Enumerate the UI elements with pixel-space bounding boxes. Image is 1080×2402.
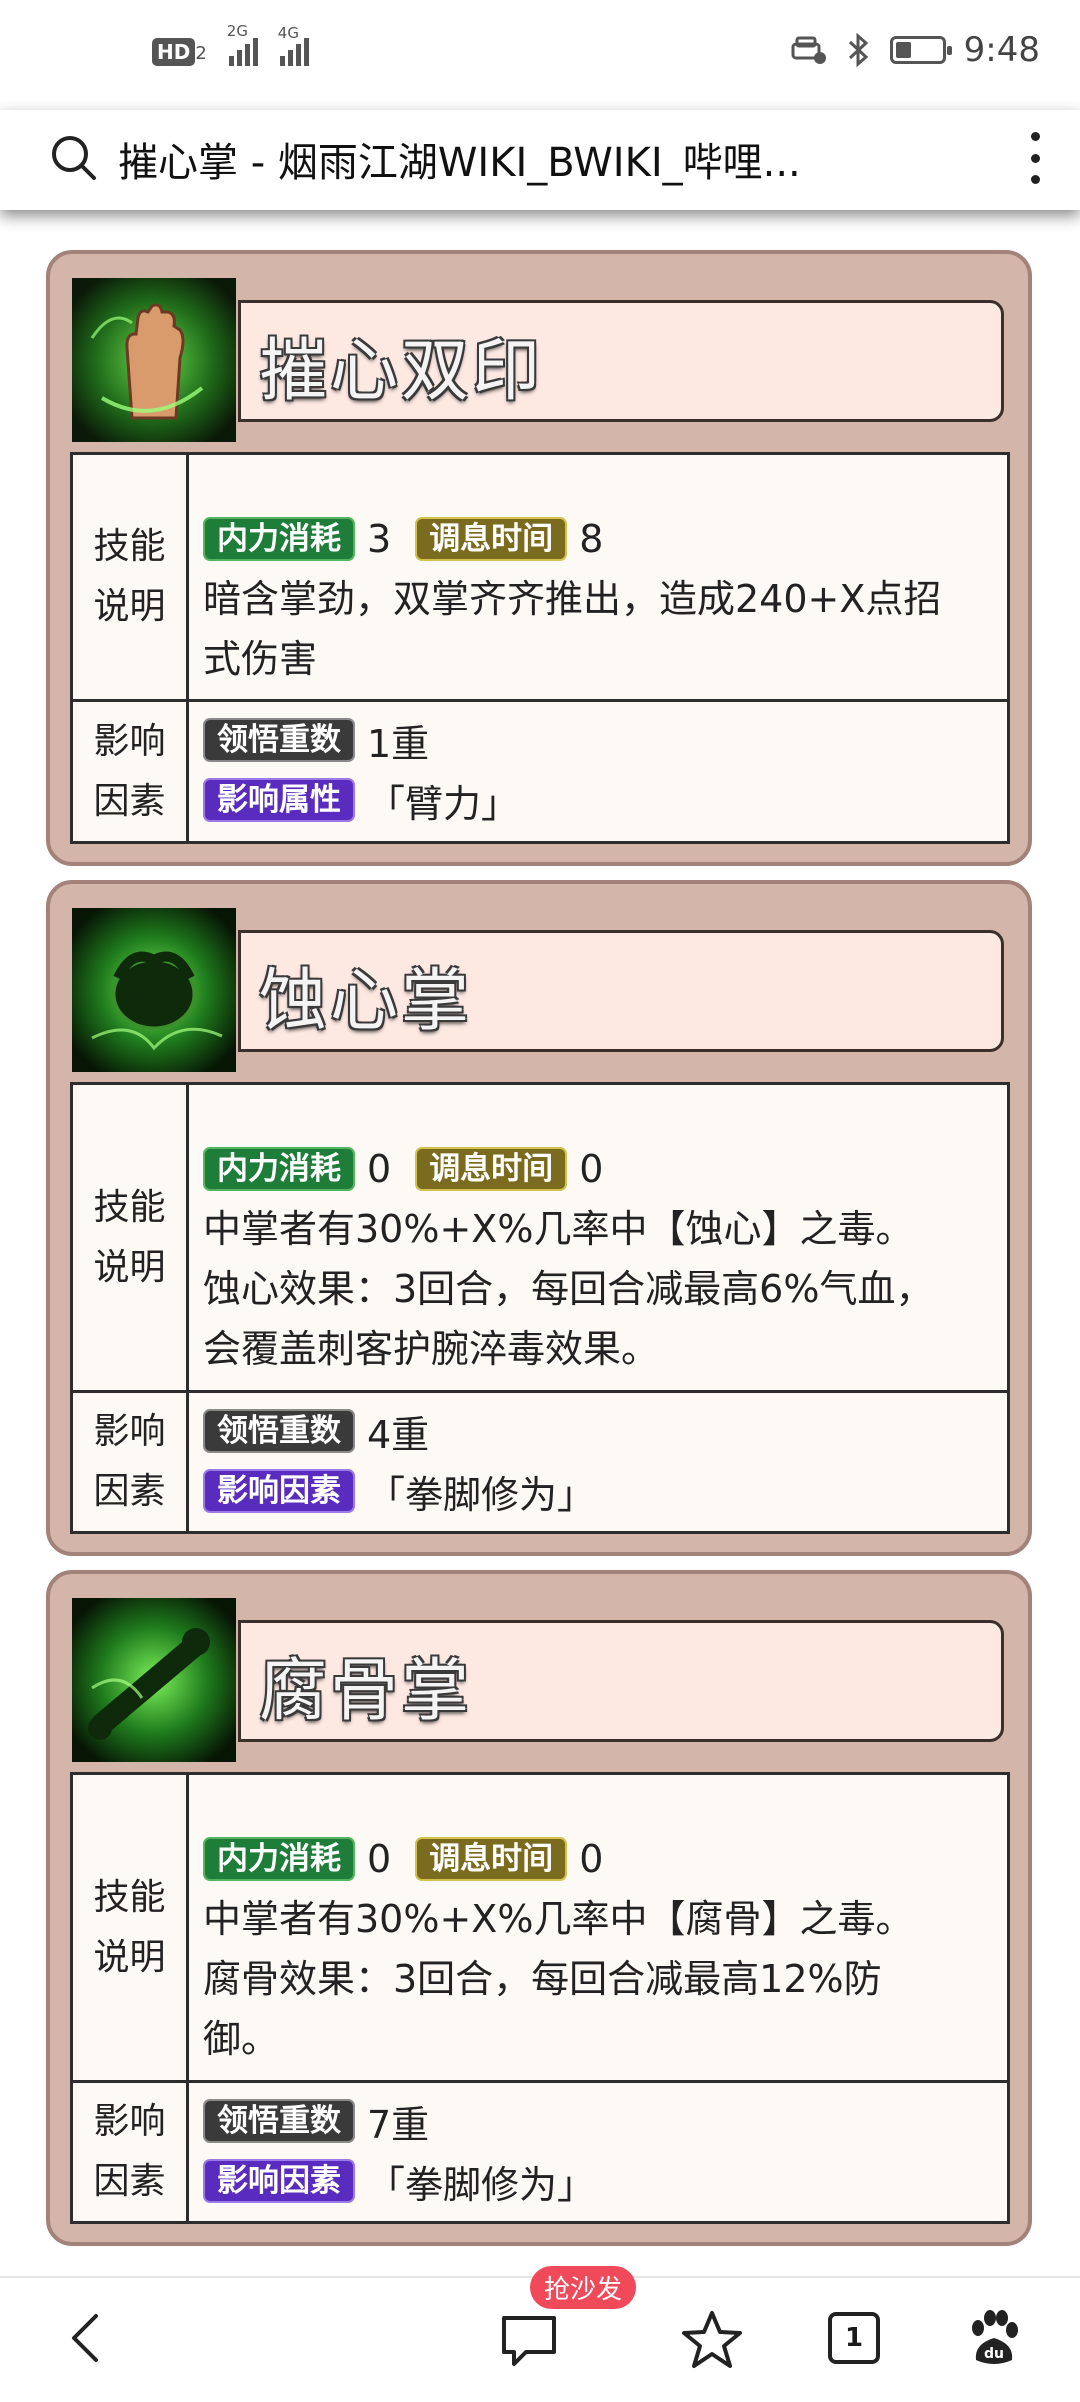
factor-content: 领悟重数 1重 影响属性 「臂力」 [203, 702, 991, 841]
attr-tag: 影响因素 [203, 1469, 355, 1513]
skill-desc-row: 技能 说明 内力消耗 0 调息时间 0 中掌者有30%+X%几率中【蚀心】之毒。 … [73, 1085, 1007, 1393]
attr-value: 「拳脚修为」 [367, 2162, 596, 2207]
skill-table: 技能 说明 内力消耗 3 调息时间 8 暗含掌劲，双掌齐齐推出，造成240+X点招… [70, 452, 1010, 844]
desc-label: 技能 说明 [73, 1775, 189, 2080]
attr-line: 影响属性 「臂力」 [203, 770, 991, 830]
signal-icon: 2G [227, 24, 258, 66]
tabs-icon[interactable]: 1 [828, 2312, 880, 2364]
neili-tag: 内力消耗 [203, 1147, 355, 1191]
attr-tag: 影响属性 [203, 778, 355, 822]
desc-content: 内力消耗 3 调息时间 8 暗含掌劲，双掌齐齐推出，造成240+X点招 式伤害 [203, 455, 991, 699]
neili-value: 3 [367, 517, 392, 561]
tiaoxi-tag: 调息时间 [415, 1147, 568, 1191]
clock: 9:48 [963, 30, 1040, 70]
attr-value: 「臂力」 [367, 781, 520, 826]
tiaoxi-value: 0 [579, 1837, 604, 1881]
factor-content: 领悟重数 7重 影响因素 「拳脚修为」 [203, 2083, 991, 2221]
skill-icon-poison [72, 908, 236, 1072]
attr-line: 影响因素 「拳脚修为」 [203, 1461, 991, 1521]
neili-tag: 内力消耗 [203, 1837, 355, 1881]
cost-line: 内力消耗 3 调息时间 8 [203, 509, 991, 569]
factor-label: 影响 因素 [73, 1393, 189, 1531]
back-icon[interactable] [58, 2308, 118, 2368]
factor-label: 影响 因素 [73, 2083, 189, 2221]
status-right: 9:48 [790, 30, 1040, 70]
status-left: HD 2 2G 4G [152, 24, 309, 66]
skill-name: 摧心双印 [259, 332, 544, 411]
bluetooth-icon [848, 33, 868, 67]
address-bar[interactable]: 摧心掌 - 烟雨江湖WIKI_BWIKI_哔哩... [0, 110, 1080, 210]
skill-card: 摧心双印 技能 说明 内力消耗 3 调息时间 8 暗含掌劲，双掌齐齐推出，造成24… [46, 250, 1032, 866]
skill-icon-palm [72, 278, 236, 442]
skill-name-box: 腐骨掌 [238, 1620, 1004, 1742]
lingwu-line: 领悟重数 4重 [203, 1401, 991, 1461]
lingwu-tag: 领悟重数 [203, 718, 355, 762]
search-icon[interactable] [48, 132, 100, 184]
tiaoxi-value: 8 [579, 517, 604, 561]
page-title[interactable]: 摧心掌 - 烟雨江湖WIKI_BWIKI_哔哩... [118, 130, 801, 188]
skill-name-box: 摧心双印 [238, 300, 1004, 422]
lingwu-line: 领悟重数 7重 [203, 2091, 991, 2151]
skill-description: 中掌者有30%+X%几率中【蚀心】之毒。 蚀心效果：3回合，每回合减最高6%气血… [203, 1207, 934, 1371]
attr-value: 「拳脚修为」 [367, 1472, 596, 1517]
factor-content: 领悟重数 4重 影响因素 「拳脚修为」 [203, 1393, 991, 1531]
hd-badge: HD 2 [152, 36, 207, 66]
desc-label: 技能 说明 [73, 455, 189, 699]
skill-description: 暗含掌劲，双掌齐齐推出，造成240+X点招 式伤害 [203, 577, 942, 681]
baidu-paw-icon[interactable]: du [962, 2308, 1026, 2372]
skill-factor-row: 影响 因素 领悟重数 7重 影响因素 「拳脚修为」 [73, 2083, 1007, 2221]
signal-icon-2: 4G [278, 24, 309, 66]
desc-content: 内力消耗 0 调息时间 0 中掌者有30%+X%几率中【腐骨】之毒。 腐骨效果：… [203, 1775, 991, 2080]
skill-factor-row: 影响 因素 领悟重数 1重 影响属性 「臂力」 [73, 702, 1007, 841]
neili-tag: 内力消耗 [203, 517, 355, 561]
svg-text:du: du [984, 2346, 1004, 2362]
skill-name-box: 蚀心掌 [238, 930, 1004, 1052]
lingwu-value: 7重 [367, 2102, 430, 2147]
skill-card: 腐骨掌 技能 说明 内力消耗 0 调息时间 0 中掌者有30%+X%几率中【腐骨】… [46, 1570, 1032, 2246]
status-bar: HD 2 2G 4G 9:48 [0, 0, 1080, 110]
bottom-nav: 抢沙发 1 du [0, 2266, 1080, 2402]
lingwu-line: 领悟重数 1重 [203, 710, 991, 770]
lingwu-tag: 领悟重数 [203, 2099, 355, 2143]
skill-name: 蚀心掌 [259, 962, 473, 1041]
cost-line: 内力消耗 0 调息时间 0 [203, 1139, 991, 1199]
skill-table: 技能 说明 内力消耗 0 调息时间 0 中掌者有30%+X%几率中【腐骨】之毒。 … [70, 1772, 1010, 2224]
skill-name: 腐骨掌 [259, 1652, 473, 1731]
desc-label: 技能 说明 [73, 1085, 189, 1390]
neili-value: 0 [367, 1147, 392, 1191]
skill-icon-bone [72, 1598, 236, 1762]
lingwu-value: 1重 [367, 721, 430, 766]
skill-card: 蚀心掌 技能 说明 内力消耗 0 调息时间 0 中掌者有30%+X%几率中【蚀心】… [46, 880, 1032, 1556]
car-icon [791, 36, 826, 64]
skill-desc-row: 技能 说明 内力消耗 3 调息时间 8 暗含掌劲，双掌齐齐推出，造成240+X点招… [73, 455, 1007, 702]
skill-factor-row: 影响 因素 领悟重数 4重 影响因素 「拳脚修为」 [73, 1393, 1007, 1531]
skill-description: 中掌者有30%+X%几率中【腐骨】之毒。 腐骨效果：3回合，每回合减最高12%防… [203, 1897, 914, 2061]
factor-label: 影响 因素 [73, 702, 189, 841]
tiaoxi-tag: 调息时间 [415, 1837, 568, 1881]
cost-line: 内力消耗 0 调息时间 0 [203, 1829, 991, 1889]
skill-table: 技能 说明 内力消耗 0 调息时间 0 中掌者有30%+X%几率中【蚀心】之毒。 … [70, 1082, 1010, 1534]
tiaoxi-tag: 调息时间 [415, 517, 568, 561]
comment-badge[interactable]: 抢沙发 [530, 2266, 637, 2309]
desc-content: 内力消耗 0 调息时间 0 中掌者有30%+X%几率中【蚀心】之毒。 蚀心效果：… [203, 1085, 991, 1390]
attr-line: 影响因素 「拳脚修为」 [203, 2151, 991, 2211]
star-icon[interactable] [680, 2308, 744, 2372]
lingwu-value: 4重 [367, 1412, 430, 1457]
tiaoxi-value: 0 [579, 1147, 604, 1191]
battery-icon [889, 36, 952, 64]
more-menu-icon[interactable] [1020, 126, 1050, 190]
comment-icon[interactable] [496, 2308, 562, 2370]
attr-tag: 影响因素 [203, 2159, 355, 2203]
neili-value: 0 [367, 1837, 392, 1881]
lingwu-tag: 领悟重数 [203, 1409, 355, 1453]
skill-desc-row: 技能 说明 内力消耗 0 调息时间 0 中掌者有30%+X%几率中【腐骨】之毒。 … [73, 1775, 1007, 2083]
